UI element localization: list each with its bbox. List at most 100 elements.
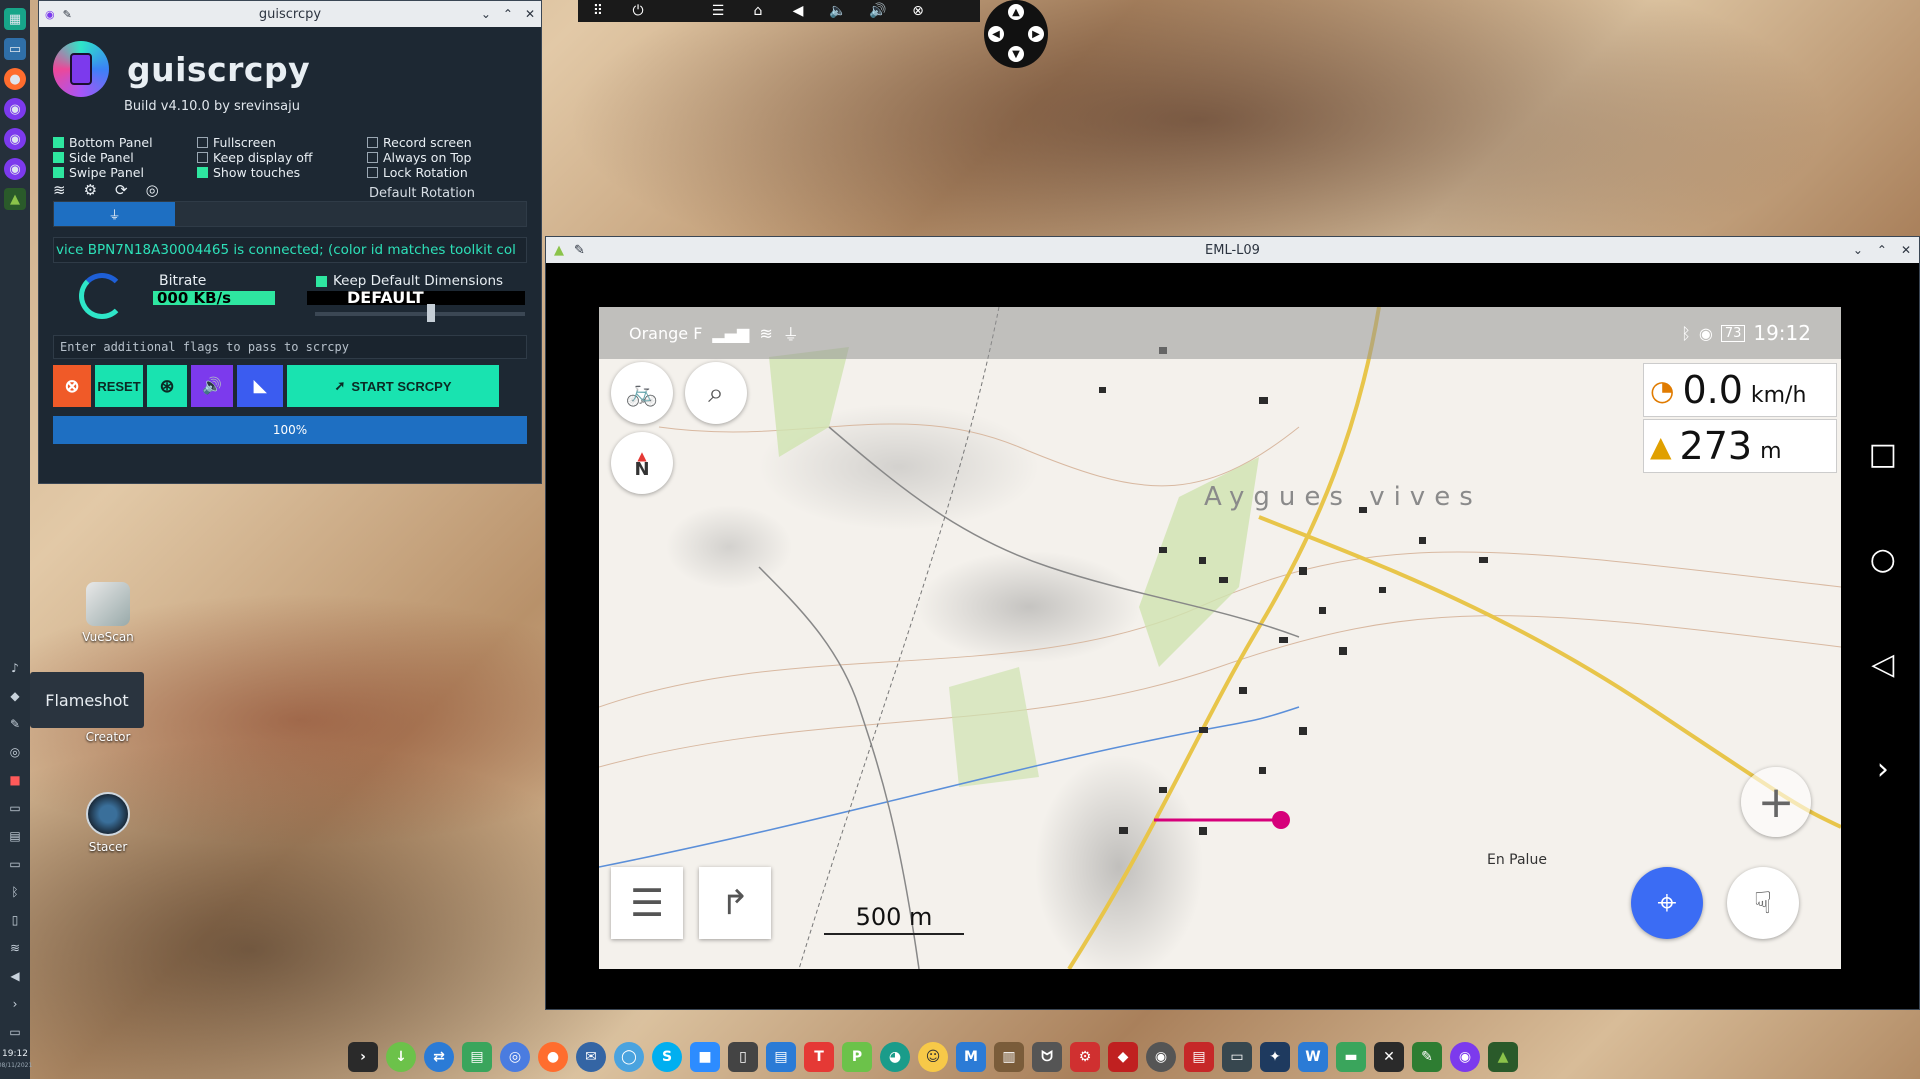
checkbox[interactable] — [367, 167, 378, 178]
altitude-widget[interactable]: ▲ 273 m — [1643, 419, 1837, 473]
swipe-right-icon[interactable]: ▶ — [1028, 26, 1044, 42]
option-record-screen[interactable]: Record screen — [367, 135, 472, 150]
globe-icon[interactable]: ◕ — [880, 1042, 910, 1072]
zoom-in-button[interactable]: + — [1741, 767, 1811, 837]
maximize-icon[interactable]: ⌃ — [503, 7, 513, 21]
screenshot-icon[interactable]: ✎ — [1412, 1042, 1442, 1072]
scrcpy-logo-button[interactable]: ◣ — [237, 365, 283, 407]
phone-icon[interactable]: ▯ — [728, 1042, 758, 1072]
dropbox-icon[interactable]: ◆ — [4, 685, 26, 707]
desktop-icon-vuescan[interactable]: VueScan — [68, 582, 148, 644]
mirror-titlebar[interactable]: ▲ ✎ EML-L09 ⌄ ⌃ ✕ — [546, 237, 1919, 263]
checkbox[interactable] — [197, 137, 208, 148]
clock[interactable]: 19:12 08/11/2021 — [0, 1049, 32, 1071]
volume-icon[interactable]: ◀ — [4, 965, 26, 987]
my-location-button[interactable]: ⌖ — [1631, 867, 1703, 939]
updates-icon[interactable]: ◎ — [4, 741, 26, 763]
home-circle-icon[interactable]: ○ — [1870, 542, 1896, 577]
m-app-icon[interactable]: M — [956, 1042, 986, 1072]
files-icon[interactable]: ▤ — [462, 1042, 492, 1072]
chevron-right-icon[interactable]: › — [1877, 752, 1889, 787]
power-icon[interactable]: ⏻ — [618, 0, 658, 22]
close-icon[interactable]: ✕ — [525, 7, 535, 21]
minimize-icon[interactable]: ⌄ — [1853, 243, 1863, 257]
close-circle-icon[interactable]: ⊗ — [898, 0, 938, 22]
maximize-icon[interactable]: ⌃ — [1877, 243, 1887, 257]
transfer-icon[interactable]: ⇄ — [424, 1042, 454, 1072]
device-list[interactable]: ⏚ — [53, 201, 527, 227]
compass-button[interactable]: ▲ N — [611, 432, 673, 494]
library-icon[interactable]: ▥ — [994, 1042, 1024, 1072]
desktop-icon-creator[interactable]: Creator — [68, 730, 148, 744]
option-keep-display-off[interactable]: Keep display off — [197, 150, 312, 165]
volume-up-icon[interactable]: 🔊 — [858, 0, 898, 22]
option-fullscreen[interactable]: Fullscreen — [197, 135, 312, 150]
chromium-icon[interactable]: ◎ — [500, 1042, 530, 1072]
option-side-panel[interactable]: Side Panel — [53, 150, 153, 165]
phone-screen[interactable]: Orange F ▂▄▆ ≋ ⏚ ᛒ ◉ 73 19:12 Aygues viv… — [599, 307, 1841, 969]
x-app-icon[interactable]: ✕ — [1374, 1042, 1404, 1072]
pdf-icon[interactable]: ▤ — [1184, 1042, 1214, 1072]
desktop-pager-icon[interactable]: ▭ — [4, 38, 26, 60]
wifi-icon[interactable]: ≋ — [4, 937, 26, 959]
firefox-icon[interactable]: ● — [538, 1042, 568, 1072]
android-task-icon[interactable]: ▲ — [4, 188, 26, 210]
option-show-touches[interactable]: Show touches — [197, 165, 312, 180]
android-dock-icon[interactable]: ▲ — [1488, 1042, 1518, 1072]
main-menu-button[interactable]: ☰ — [611, 867, 683, 939]
flags-input[interactable] — [53, 335, 527, 359]
kill-button[interactable]: ⊗ — [53, 365, 91, 407]
expand-tray-icon[interactable]: › — [4, 993, 26, 1015]
dock-expand-icon[interactable]: › — [348, 1042, 378, 1072]
guiscrcpy-task-icon-2[interactable]: ◉ — [4, 128, 26, 150]
w-app-icon[interactable]: W — [1298, 1042, 1328, 1072]
github-button[interactable]: ⊛ — [147, 365, 187, 407]
hamburger-icon[interactable]: ☰ — [698, 0, 738, 22]
swipe-left-icon[interactable]: ◀ — [988, 26, 1004, 42]
emoji-icon[interactable]: ☺ — [918, 1042, 948, 1072]
option-lock-rotation[interactable]: Lock Rotation — [367, 165, 472, 180]
app-menu-icon[interactable]: ▦ — [4, 8, 26, 30]
bitrate-slider[interactable] — [315, 304, 525, 322]
guiscrcpy-dock-icon[interactable]: ◉ — [1450, 1042, 1480, 1072]
chat-icon[interactable]: ◯ — [614, 1042, 644, 1072]
menu-grid-icon[interactable]: ⠿ — [578, 0, 618, 22]
cycling-profile-button[interactable]: 🚲 — [611, 362, 673, 424]
cat-icon[interactable]: ᗢ — [1032, 1042, 1062, 1072]
skype-icon[interactable]: S — [652, 1042, 682, 1072]
star-chart-icon[interactable]: ✦ — [1260, 1042, 1290, 1072]
speed-widget[interactable]: ◔ 0.0 km/h — [1643, 363, 1837, 417]
back-icon[interactable]: ◀ — [778, 0, 818, 22]
usb-icon[interactable]: ▯ — [4, 909, 26, 931]
battery-icon[interactable]: ▭ — [4, 853, 26, 875]
start-scrcpy-button[interactable]: ➚ START SCRCPY — [287, 365, 499, 407]
screen-icon[interactable]: ▭ — [4, 1021, 26, 1043]
bluetooth-icon[interactable]: ᛒ — [4, 881, 26, 903]
option-always-on-top[interactable]: Always on Top — [367, 150, 472, 165]
slider-handle[interactable] — [427, 304, 435, 322]
terminal-icon[interactable]: ▭ — [4, 797, 26, 819]
pin-icon[interactable]: ✎ — [63, 8, 72, 21]
document-icon[interactable]: ▤ — [766, 1042, 796, 1072]
checkbox[interactable] — [197, 167, 208, 178]
checkbox[interactable] — [53, 167, 64, 178]
search-button[interactable]: ⌕ — [685, 362, 747, 424]
download-icon[interactable]: ↓ — [386, 1042, 416, 1072]
minimize-icon[interactable]: ⌄ — [481, 7, 491, 21]
recent-apps-icon[interactable]: □ — [1869, 437, 1897, 472]
map-layers-button[interactable]: ☟ — [1727, 867, 1799, 939]
guiscrcpy-task-icon-3[interactable]: ◉ — [4, 158, 26, 180]
checkbox[interactable] — [367, 152, 378, 163]
default-rotation-select[interactable]: Default Rotation — [369, 186, 475, 201]
notification-icon[interactable]: ♪ — [4, 657, 26, 679]
refresh-icon[interactable]: ⟳ — [115, 181, 128, 199]
settings-gear-icon[interactable]: ⚙ — [1070, 1042, 1100, 1072]
guiscrcpy-titlebar[interactable]: ◉ ✎ guiscrcpy ⌄ ⌃ ✕ — [39, 1, 541, 27]
back-triangle-icon[interactable]: ◁ — [1871, 647, 1894, 682]
option-bottom-panel[interactable]: Bottom Panel — [53, 135, 153, 150]
checkbox[interactable] — [53, 152, 64, 163]
desktop-icon-stacer[interactable]: Stacer — [68, 792, 148, 854]
flameshot-icon[interactable]: ✎ — [4, 713, 26, 735]
usb-device-icon[interactable]: ⏚ — [54, 202, 175, 226]
firefox-icon[interactable]: ● — [4, 68, 26, 90]
